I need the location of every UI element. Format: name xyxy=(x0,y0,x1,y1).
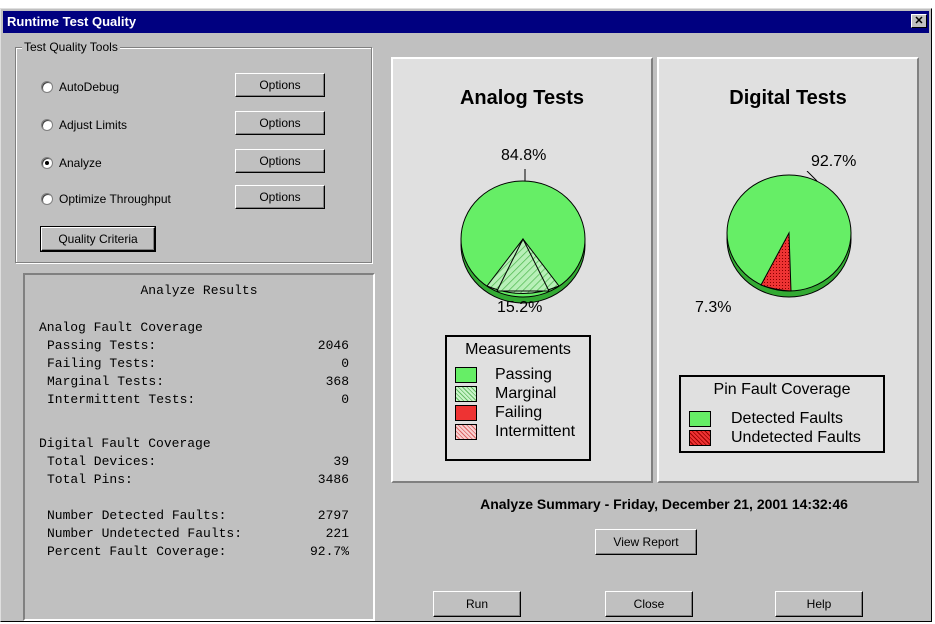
legend-title-pin-fault: Pin Fault Coverage xyxy=(713,381,851,398)
digital-tests-panel: Digital Tests 92.7% 7.3% Pin Fault Cover… xyxy=(657,57,919,483)
total-devices-value: 39 xyxy=(333,454,349,469)
radio-autodebug[interactable]: AutoDebug xyxy=(41,77,119,97)
failing-tests-label: Failing Tests: xyxy=(47,356,157,371)
legend-label-detected: Detected Faults xyxy=(731,409,844,427)
help-button[interactable]: Help xyxy=(775,591,863,617)
swatch-detected xyxy=(689,410,711,427)
total-pins-value: 3486 xyxy=(317,472,349,487)
analyze-results-panel: Analyze Results Analog Fault Coverage Pa… xyxy=(23,273,375,621)
digital-detected-pct: 92.7% xyxy=(811,153,857,170)
run-button[interactable]: Run xyxy=(433,591,521,617)
digital-undetected-pct: 7.3% xyxy=(695,299,732,316)
undetected-faults-label: Number Undetected Faults: xyxy=(47,526,243,541)
title-bar: Runtime Test Quality ✕ xyxy=(3,11,929,33)
legend-item-undetected: Undetected Faults xyxy=(681,428,883,447)
total-pins-label: Total Pins: xyxy=(47,472,133,487)
results-title: Analyze Results xyxy=(140,283,258,298)
close-button[interactable]: Close xyxy=(605,591,693,617)
undetected-faults-value: 221 xyxy=(325,526,349,541)
legend-title-measurements: Measurements xyxy=(465,341,571,358)
swatch-marginal xyxy=(455,385,477,402)
legend-item-failing: Failing xyxy=(447,403,589,422)
radio-icon xyxy=(41,119,53,131)
pin-fault-coverage-legend: Pin Fault Coverage Detected Faults Undet… xyxy=(679,375,885,453)
radio-icon xyxy=(41,81,53,93)
runtime-test-quality-window: Runtime Test Quality ✕ Test Quality Tool… xyxy=(0,8,932,622)
analog-passing-pct: 84.8% xyxy=(501,147,547,164)
radio-optimize-throughput[interactable]: Optimize Throughput xyxy=(41,189,171,209)
autodebug-options-button[interactable]: Options xyxy=(235,73,325,97)
analog-tests-title: Analog Tests xyxy=(459,87,585,109)
optimize-throughput-options-button[interactable]: Options xyxy=(235,185,325,209)
detected-faults-value: 2797 xyxy=(317,508,349,523)
swatch-failing xyxy=(455,404,477,421)
swatch-undetected xyxy=(689,429,711,446)
legend-item-intermittent: Intermittent xyxy=(447,422,589,441)
passing-tests-value: 2046 xyxy=(317,338,349,353)
total-devices-label: Total Devices: xyxy=(47,454,157,469)
digital-tests-title: Digital Tests xyxy=(729,87,847,109)
radio-icon xyxy=(41,193,53,205)
analog-coverage-heading: Analog Fault Coverage xyxy=(39,320,203,335)
legend-item-marginal: Marginal xyxy=(447,384,589,403)
detected-faults-label: Number Detected Faults: xyxy=(47,508,227,523)
radio-label-optimize-throughput: Optimize Throughput xyxy=(59,192,171,206)
swatch-passing xyxy=(455,366,477,383)
legend-label-failing: Failing xyxy=(495,403,543,421)
failing-tests-value: 0 xyxy=(341,356,349,371)
digital-pie-chart xyxy=(726,171,852,298)
group-label: Test Quality Tools xyxy=(22,40,120,54)
intermittent-tests-value: 0 xyxy=(341,392,349,407)
legend-label-passing: Passing xyxy=(495,365,552,383)
percent-coverage-label: Percent Fault Coverage: xyxy=(47,544,227,559)
legend-item-passing: Passing xyxy=(447,365,589,384)
marginal-tests-value: 368 xyxy=(325,374,349,389)
radio-analyze[interactable]: Analyze xyxy=(41,153,102,173)
legend-label-intermittent: Intermittent xyxy=(495,422,576,440)
radio-label-analyze: Analyze xyxy=(59,156,102,170)
intermittent-tests-label: Intermittent Tests: xyxy=(47,392,196,407)
swatch-intermittent xyxy=(455,423,477,440)
radio-adjust-limits[interactable]: Adjust Limits xyxy=(41,115,127,135)
analyze-options-button[interactable]: Options xyxy=(235,149,325,173)
analyze-summary: Analyze Summary - Friday, December 21, 2… xyxy=(480,496,848,512)
percent-coverage-value: 92.7% xyxy=(309,544,349,559)
legend-label-undetected: Undetected Faults xyxy=(731,428,861,446)
adjust-limits-options-button[interactable]: Options xyxy=(235,111,325,135)
analog-tests-panel: Analog Tests 84.8% 15.2% Measurements Pa… xyxy=(391,57,653,483)
radio-label-adjust-limits: Adjust Limits xyxy=(59,118,128,132)
analog-marginal-pct: 15.2% xyxy=(497,299,543,316)
marginal-tests-label: Marginal Tests: xyxy=(47,374,165,389)
radio-label-autodebug: AutoDebug xyxy=(59,80,120,94)
analog-pie-chart xyxy=(460,169,586,304)
quality-criteria-button[interactable]: Quality Criteria xyxy=(40,226,156,252)
legend-item-detected: Detected Faults xyxy=(681,409,883,428)
digital-coverage-heading: Digital Fault Coverage xyxy=(39,436,211,451)
view-report-button[interactable]: View Report xyxy=(595,529,697,555)
passing-tests-label: Passing Tests: xyxy=(47,338,157,353)
radio-checked-icon xyxy=(41,157,53,169)
measurements-legend: Measurements Passing Marginal Failing In… xyxy=(445,335,591,461)
window-title: Runtime Test Quality xyxy=(7,14,137,29)
legend-label-marginal: Marginal xyxy=(495,384,557,402)
background-strip xyxy=(0,0,935,8)
close-icon[interactable]: ✕ xyxy=(911,14,927,28)
